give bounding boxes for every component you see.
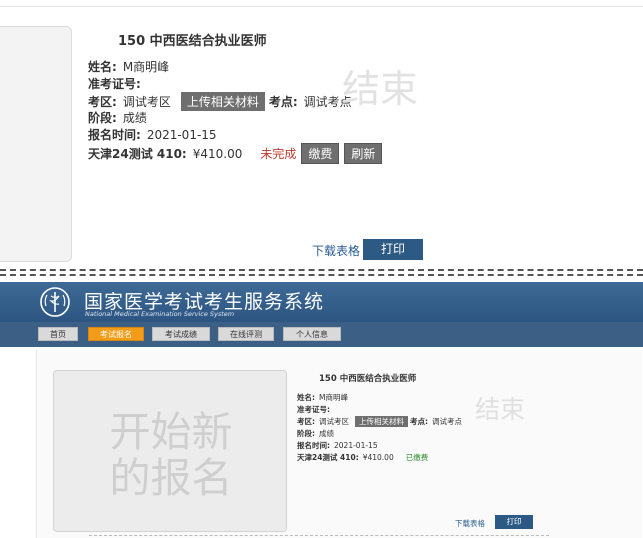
nav-online-assessment[interactable]: 在线评测 (218, 327, 274, 341)
exam-title: 150 中西医结合执业医师 (118, 34, 267, 49)
ticket-label: 准考证号: (88, 77, 141, 91)
refresh-button[interactable]: 刷新 (344, 143, 383, 164)
full-page-view: 国家医学考试考生服务系统 National Medical Examinatio… (0, 282, 643, 538)
download-form-link[interactable]: 下载表格 (455, 518, 485, 529)
new-registration-line1: 开始新 (109, 408, 233, 456)
reg-time-value: 2021-01-15 (334, 441, 378, 450)
area-value: 调试考区 (319, 417, 349, 426)
main-content: 开始新 的报名 150 中西医结合执业医师 姓名: M商明峰 准考证号: 考区: 调… (36, 350, 642, 538)
name-row: 姓名: M商明峰 (88, 58, 169, 75)
exam-title: 150 中西医结合执业医师 (319, 374, 417, 384)
ticket-label: 准考证号: (297, 405, 330, 414)
fee-row: 天津24测试 410: ¥410.00 未完成 缴费 刷新 (88, 143, 383, 164)
ended-stamp: 结束 (342, 67, 419, 111)
fee-label: 天津24测试 410: (88, 147, 187, 161)
nav-home[interactable]: 首页 (38, 327, 78, 341)
stage-value: 成绩 (122, 111, 147, 125)
reg-time-value: 2021-01-15 (146, 128, 217, 142)
name-value: M商明峰 (122, 60, 170, 74)
stage-label: 阶段: (297, 429, 315, 438)
status-badge: 已缴费 (405, 453, 429, 462)
name-value: M商明峰 (319, 393, 348, 402)
download-form-link[interactable]: 下载表格 (312, 242, 360, 259)
print-button[interactable]: 打印 (363, 239, 423, 260)
fee-label: 天津24测试 410: (297, 453, 359, 462)
nav-exam-scores[interactable]: 考试成绩 (152, 327, 210, 341)
site-label: 考点: (410, 417, 428, 426)
ticket-row: 准考证号: (88, 75, 141, 92)
stage-label: 阶段: (88, 111, 117, 125)
print-button[interactable]: 打印 (495, 515, 533, 529)
fee-value: ¥410.00 (192, 147, 243, 161)
name-label: 姓名: (88, 60, 117, 74)
reg-time-label: 报名时间: (88, 128, 141, 142)
area-value: 调试考区 (122, 95, 171, 109)
stage-row: 阶段: 成绩 (88, 109, 147, 126)
card-bottom-divider (89, 535, 549, 536)
nav-personal-info[interactable]: 个人信息 (283, 327, 341, 341)
nav-exam-registration[interactable]: 考试报名 (88, 327, 144, 341)
area-label: 考区: (297, 417, 315, 426)
divider (0, 6, 643, 7)
site-value: 调试考点 (432, 417, 462, 426)
upload-materials-button[interactable]: 上传相关材料 (355, 416, 408, 427)
fee-row: 天津24测试 410: ¥410.00 已缴费 (297, 452, 428, 463)
reg-time-row: 报名时间: 2021-01-15 (297, 440, 378, 451)
pay-button[interactable]: 缴费 (301, 143, 340, 164)
area-label: 考区: (88, 95, 117, 109)
upload-materials-button[interactable]: 上传相关材料 (180, 92, 265, 111)
site-header: 国家医学考试考生服务系统 National Medical Examinatio… (0, 282, 643, 322)
stage-value: 成绩 (319, 429, 334, 438)
reg-time-label: 报名时间: (297, 441, 330, 450)
ticket-row: 准考证号: (297, 404, 330, 415)
name-label: 姓名: (297, 393, 315, 402)
crop-separator (0, 269, 643, 276)
new-registration-card[interactable]: 开始新 的报名 (53, 370, 287, 532)
reg-time-row: 报名时间: 2021-01-15 (88, 126, 217, 143)
new-registration-card-edge[interactable] (0, 26, 72, 262)
new-registration-line2: 的报名 (109, 454, 233, 502)
zoomed-registration-panel: 150 中西医结合执业医师 姓名: M商明峰 准考证号: 考区: 调试考区 上传相关材… (0, 0, 643, 265)
area-row: 考区: 调试考区 上传相关材料 考点: 调试考点 (297, 416, 462, 427)
new-registration-text: 开始新 的报名 (54, 409, 288, 501)
fee-value: ¥410.00 (362, 453, 394, 462)
main-nav: 首页 考试报名 考试成绩 在线评测 个人信息 (0, 322, 643, 347)
medical-emblem-icon (40, 287, 70, 317)
name-row: 姓名: M商明峰 (297, 392, 348, 403)
status-badge: 未完成 (260, 147, 297, 161)
site-label: 考点: (268, 95, 298, 109)
system-subtitle: National Medical Examination Service Sys… (85, 310, 235, 318)
stage-row: 阶段: 成绩 (297, 428, 334, 439)
ended-stamp: 结束 (475, 395, 526, 424)
